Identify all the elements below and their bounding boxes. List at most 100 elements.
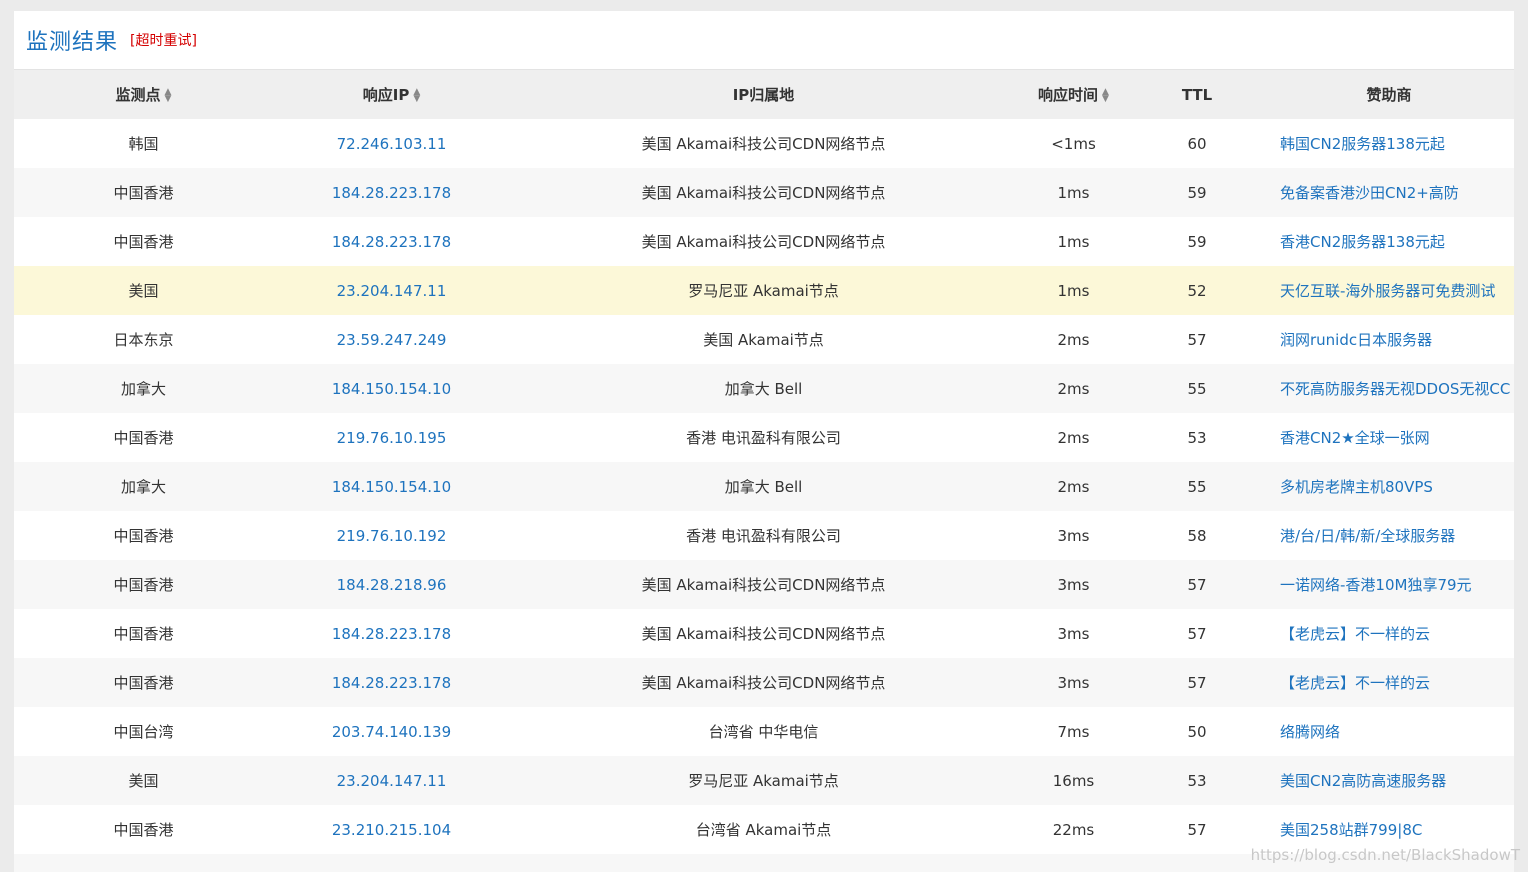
ip-link[interactable]: 184.150.154.10 bbox=[332, 380, 451, 398]
cell-ip[interactable]: 23.59.247.249 bbox=[273, 315, 510, 364]
cell-time: 3ms bbox=[1057, 575, 1090, 594]
table-row: 中国香港 184.28.223.178 美国 Akamai科技公司CDN网络节点 1m… bbox=[14, 168, 1514, 217]
sponsor-link[interactable]: 【老虎云】不一样的云 bbox=[1280, 674, 1430, 692]
ip-link[interactable]: 184.28.223.178 bbox=[332, 184, 451, 202]
cell-ip[interactable]: 72.246.103.11 bbox=[273, 119, 510, 168]
table-row: 日本东京 23.59.247.249 美国 Akamai节点 2ms 57 润网runid… bbox=[14, 315, 1514, 364]
table-header-row: 监测点 ▲ ▼ 响应IP ▲ ▼ IP归属地 响应时间 ▲ ▼ TTL 赞助商 bbox=[14, 70, 1514, 119]
cell-ttl: 55 bbox=[1187, 379, 1207, 398]
cell-sponsor[interactable]: 一诺网络-香港10M独享79元 bbox=[1264, 560, 1514, 609]
cell-ttl: 57 bbox=[1187, 575, 1207, 594]
col-header-time[interactable]: 响应时间 ▲ ▼ bbox=[1017, 70, 1130, 119]
cell-ip[interactable]: 219.76.10.192 bbox=[273, 511, 510, 560]
cell-location: 美国 bbox=[128, 772, 159, 790]
cell-time: <1ms bbox=[1051, 134, 1096, 153]
ip-link[interactable]: 23.59.247.249 bbox=[337, 331, 447, 349]
cell-location: 中国香港 bbox=[113, 674, 174, 692]
sponsor-link[interactable]: 【老虎云】不一样的云 bbox=[1280, 625, 1430, 643]
cell-sponsor[interactable]: 免备案香港沙田CN2+高防 bbox=[1264, 168, 1514, 217]
cell-sponsor[interactable]: 韩国CN2服务器138元起 bbox=[1264, 119, 1514, 168]
cell-sponsor[interactable]: 香港CN2服务器138元起 bbox=[1264, 217, 1514, 266]
ip-link[interactable]: 23.210.215.104 bbox=[332, 821, 451, 839]
cell-ip[interactable]: 23.210.215.104 bbox=[273, 805, 510, 854]
cell-ip-location: 加拿大 Bell bbox=[724, 478, 803, 496]
ip-link[interactable]: 184.150.154.10 bbox=[332, 478, 451, 496]
cell-sponsor[interactable]: 港/台/日/韩/新/全球服务器 bbox=[1264, 511, 1514, 560]
cell-ip[interactable]: 184.28.223.178 bbox=[273, 658, 510, 707]
cell-ip[interactable]: 23.204.147.11 bbox=[273, 266, 510, 315]
cell-ip-location: 香港 电讯盈科有限公司 bbox=[686, 527, 841, 545]
cell-sponsor[interactable]: 【老虎云】不一样的云 bbox=[1264, 609, 1514, 658]
sponsor-link[interactable]: 一诺网络-香港10M独享79元 bbox=[1280, 576, 1472, 594]
sort-icon[interactable]: ▲ ▼ bbox=[165, 87, 172, 103]
ip-link[interactable]: 203.74.140.139 bbox=[332, 723, 451, 741]
cell-sponsor[interactable]: 络腾网络 bbox=[1264, 707, 1514, 756]
ip-link[interactable]: 72.246.103.11 bbox=[337, 135, 447, 153]
table-row: 加拿大 184.150.154.10 加拿大 Bell 2ms 55 不死高防服务器无视D… bbox=[14, 364, 1514, 413]
cell-ip[interactable]: 203.74.140.139 bbox=[273, 707, 510, 756]
cell-ip[interactable]: 184.28.223.178 bbox=[273, 217, 510, 266]
ip-link[interactable]: 219.76.10.195 bbox=[337, 429, 447, 447]
table-row: 中国香港 184.28.223.178 美国 Akamai科技公司CDN网络节点 1m… bbox=[14, 217, 1514, 266]
cell-sponsor[interactable]: 润网runidc日本服务器 bbox=[1264, 315, 1514, 364]
cell-ip[interactable]: 184.150.154.10 bbox=[273, 364, 510, 413]
cell-location: 中国香港 bbox=[113, 233, 174, 251]
sponsor-link[interactable]: 美国258站群799|8C bbox=[1280, 821, 1422, 839]
cell-ip[interactable]: 184.28.218.96 bbox=[273, 560, 510, 609]
sponsor-link[interactable]: 不死高防服务器无视DDOS无视CC bbox=[1280, 380, 1510, 398]
cell-sponsor[interactable]: 【老虎云】不一样的云 bbox=[1264, 658, 1514, 707]
cell-ip-location: 美国 Akamai科技公司CDN网络节点 bbox=[641, 135, 886, 153]
cell-sponsor[interactable]: 不死高防服务器无视DDOS无视CC bbox=[1264, 364, 1514, 413]
table-row: 中国香港 219.76.10.195 香港 电讯盈科有限公司 2ms 53 香港CN2★全… bbox=[14, 413, 1514, 462]
cell-location: 中国台湾 bbox=[113, 723, 174, 741]
cell-ip[interactable]: 184.28.223.178 bbox=[273, 168, 510, 217]
col-header-ip[interactable]: 响应IP ▲ ▼ bbox=[273, 70, 510, 119]
sort-icon[interactable]: ▲ ▼ bbox=[413, 87, 420, 103]
cell-ip[interactable]: 219.76.10.195 bbox=[273, 413, 510, 462]
ip-link[interactable]: 184.28.223.178 bbox=[332, 233, 451, 251]
sponsor-link[interactable]: 韩国CN2服务器138元起 bbox=[1280, 135, 1445, 153]
cell-location: 日本东京 bbox=[113, 331, 174, 349]
ip-link[interactable]: 23.204.147.11 bbox=[337, 282, 447, 300]
table-row: 加拿大 184.150.154.10 加拿大 Bell 2ms 55 多机房老牌主机80V… bbox=[14, 462, 1514, 511]
cell-sponsor[interactable]: 天亿互联-海外服务器可免费测试 bbox=[1264, 266, 1514, 315]
sponsor-link[interactable]: 美国CN2高防高速服务器 bbox=[1280, 772, 1446, 790]
cell-ip[interactable]: 23.204.147.11 bbox=[273, 756, 510, 805]
cell-time: 3ms bbox=[1057, 526, 1090, 545]
cell-location: 中国香港 bbox=[113, 429, 174, 447]
cell-ip[interactable]: 184.28.223.178 bbox=[273, 609, 510, 658]
ip-link[interactable]: 184.28.223.178 bbox=[332, 674, 451, 692]
cell-time: 22ms bbox=[1052, 820, 1095, 839]
col-header-sponsor: 赞助商 bbox=[1366, 86, 1412, 104]
sort-icon[interactable]: ▲ ▼ bbox=[1102, 87, 1109, 103]
cell-ttl: 60 bbox=[1187, 134, 1207, 153]
cell-sponsor[interactable]: 多机房老牌主机80VPS bbox=[1264, 462, 1514, 511]
table-row: 美国 23.204.147.11 罗马尼亚 Akamai节点 16ms 53 美国CN2高… bbox=[14, 756, 1514, 805]
sponsor-link[interactable]: 香港CN2服务器138元起 bbox=[1280, 233, 1445, 251]
cell-ttl: 57 bbox=[1187, 624, 1207, 643]
col-header-location[interactable]: 监测点 ▲ ▼ bbox=[14, 70, 273, 119]
col-header-ip-location: IP归属地 bbox=[732, 86, 795, 104]
panel-header: 监测结果 [超时重试] bbox=[14, 11, 1514, 70]
timeout-retry-link[interactable]: [超时重试] bbox=[130, 30, 197, 50]
ip-link[interactable]: 219.76.10.192 bbox=[337, 527, 447, 545]
ip-link[interactable]: 23.204.147.11 bbox=[337, 772, 447, 790]
ip-link[interactable]: 184.28.218.96 bbox=[337, 576, 447, 594]
cell-ip[interactable]: 184.150.154.10 bbox=[273, 462, 510, 511]
cell-sponsor[interactable]: 美国CN2高防高速服务器 bbox=[1264, 756, 1514, 805]
cell-ttl: 58 bbox=[1187, 526, 1207, 545]
ip-link[interactable]: 184.28.223.178 bbox=[332, 625, 451, 643]
sponsor-link[interactable]: 多机房老牌主机80VPS bbox=[1280, 478, 1433, 496]
sponsor-link[interactable]: 港/台/日/韩/新/全球服务器 bbox=[1280, 527, 1455, 545]
cell-sponsor[interactable]: 香港CN2★全球一张网 bbox=[1264, 413, 1514, 462]
cell-ip-location: 台湾省 Akamai节点 bbox=[695, 821, 832, 839]
sponsor-link[interactable]: 香港CN2★全球一张网 bbox=[1280, 429, 1430, 447]
cell-ttl: 55 bbox=[1187, 477, 1207, 496]
sponsor-link[interactable]: 润网runidc日本服务器 bbox=[1280, 331, 1432, 349]
cell-location: 中国香港 bbox=[113, 821, 174, 839]
sponsor-link[interactable]: 络腾网络 bbox=[1280, 723, 1340, 741]
sponsor-link[interactable]: 天亿互联-海外服务器可免费测试 bbox=[1280, 282, 1495, 300]
sponsor-link[interactable]: 免备案香港沙田CN2+高防 bbox=[1280, 184, 1459, 202]
watermark: https://blog.csdn.net/BlackShadowT bbox=[1250, 846, 1520, 864]
table-row: 中国香港 219.76.10.192 香港 电讯盈科有限公司 3ms 58 港/台/日/韩… bbox=[14, 511, 1514, 560]
